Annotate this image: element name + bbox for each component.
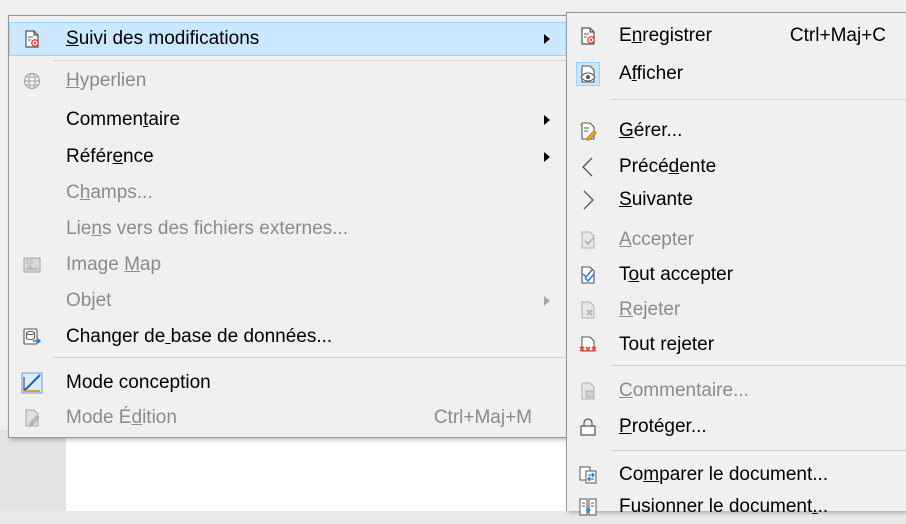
comment-change-icon [577,380,599,402]
accept-change-icon [577,229,599,251]
menu-item-label: Mode conception [66,372,211,393]
menu-item-label: Liens vers des fichiers externes... [66,218,348,239]
menu-item-label: Protéger... [619,416,707,437]
menu-item-label: Commentaire... [619,380,749,401]
record-changes-icon [577,25,599,47]
menu-item-label: Hyperlien [66,70,147,91]
menu-item-image-map[interactable]: Image Map [9,248,568,282]
submenu-item-compare[interactable]: Comparer le document... [567,458,906,492]
track-changes-submenu: Enregistrer Ctrl+Maj+C Afficher Gérer...… [566,12,906,517]
submenu-arrow-icon [544,34,550,44]
menu-separator [611,99,906,100]
track-changes-icon [21,28,43,50]
menu-item-label: Objet [66,290,112,311]
menu-item-label: Image Map [66,254,162,275]
document-page[interactable] [66,430,574,511]
compare-document-icon [577,464,599,486]
submenu-item-record[interactable]: Enregistrer Ctrl+Maj+C [567,19,906,53]
submenu-item-next[interactable]: Suivante [567,183,906,217]
menu-separator [611,365,906,366]
menu-item-track-changes[interactable]: Suivi des modifications [9,22,568,56]
submenu-item-comment[interactable]: Commentaire... [567,374,906,408]
edit-mode-icon [21,407,43,429]
menu-item-shortcut: Ctrl+Maj+M [433,407,532,428]
menu-item-hyperlink[interactable]: Hyperlien [9,64,568,98]
menu-separator [53,60,568,61]
submenu-arrow-icon [544,296,550,306]
submenu-item-accept-all[interactable]: Tout accepter [567,258,906,292]
submenu-item-accept[interactable]: Accepter [567,223,906,257]
menu-item-label: Mode Édition [66,407,177,428]
design-mode-icon [21,372,43,394]
reject-all-icon [577,334,599,356]
submenu-item-reject[interactable]: Rejeter [567,293,906,327]
menu-item-label: Champs... [66,182,153,203]
menu-item-label: Accepter [619,229,694,250]
lock-icon [577,416,599,438]
submenu-item-reject-all[interactable]: Tout rejeter [567,328,906,362]
menu-item-label: Précédente [619,156,717,177]
submenu-arrow-icon [544,115,550,125]
menu-item-design-mode[interactable]: Mode conception [9,366,568,400]
chevron-right-icon [577,189,599,211]
document-gutter [0,430,66,511]
menu-item-object[interactable]: Objet [9,284,568,318]
menu-item-label: Changer de base de données... [66,326,333,347]
show-changes-icon [576,62,600,86]
merge-document-icon [577,496,599,518]
tools-menu: Suivi des modifications Hyperlien Commen… [8,15,569,438]
submenu-arrow-icon [544,152,550,162]
menu-item-change-database[interactable]: Changer de base de données... [9,320,568,354]
image-map-icon [21,254,43,276]
menu-item-label: Suivante [619,189,693,210]
submenu-item-merge[interactable]: Fusionner le document... [567,490,906,524]
accept-all-icon [577,264,599,286]
menu-item-label: Comparer le document... [619,464,829,485]
menu-item-label: Afficher [619,63,684,84]
reject-change-icon [577,299,599,321]
menu-item-label: Tout accepter [619,264,734,285]
globe-icon [21,70,43,92]
menu-separator [53,357,568,358]
menu-item-label: Tout rejeter [619,334,715,355]
menu-separator [611,450,906,451]
menu-item-label: Rejeter [619,299,681,320]
menu-item-label: Enregistrer [619,25,712,46]
submenu-item-protect[interactable]: Protéger... [567,410,906,444]
submenu-item-show[interactable]: Afficher [567,57,906,91]
menu-item-comment[interactable]: Commentaire [9,103,568,137]
menu-item-shortcut: Ctrl+Maj+C [789,25,886,46]
submenu-item-manage[interactable]: Gérer... [567,114,906,148]
chevron-left-icon [577,156,599,178]
menu-item-label: Commentaire [66,109,181,130]
menu-item-fields[interactable]: Champs... [9,176,568,210]
menu-item-reference[interactable]: Référence [9,140,568,174]
menu-item-label: Gérer... [619,120,683,141]
menu-item-label: Fusionner le document... [619,496,829,517]
menu-item-label: Suivi des modifications [66,28,260,49]
submenu-item-previous[interactable]: Précédente [567,150,906,184]
menu-item-external-links[interactable]: Liens vers des fichiers externes... [9,212,568,246]
menu-item-label: Référence [66,146,154,167]
database-change-icon [21,326,43,348]
menu-item-edit-mode[interactable]: Mode Édition Ctrl+Maj+M [9,401,568,435]
manage-changes-icon [577,120,599,142]
